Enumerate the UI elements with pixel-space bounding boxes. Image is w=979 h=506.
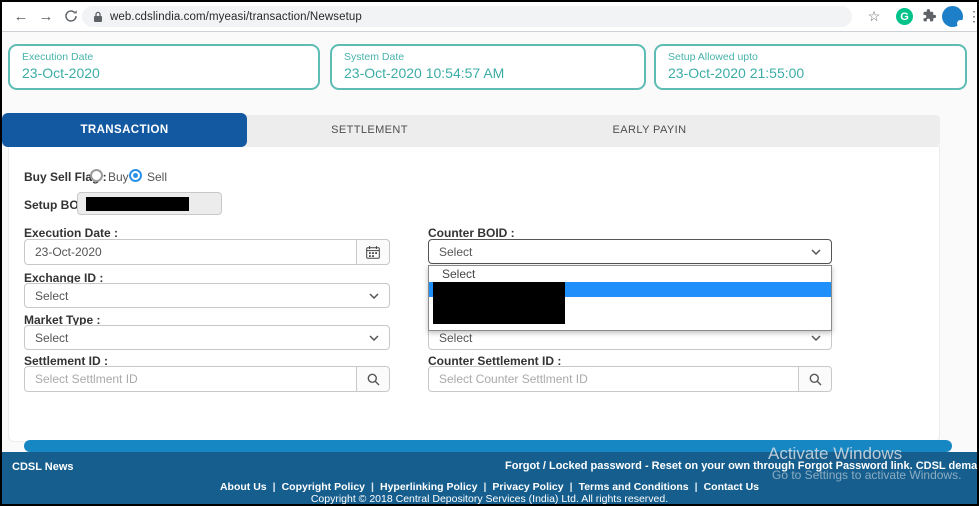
info-box-label: System Date <box>344 51 644 63</box>
screenshot-frame: ← → web.cdslindia.com/myeasi/transaction… <box>0 0 979 506</box>
browser-profile-avatar[interactable] <box>942 6 963 27</box>
counter-settlement-id-group <box>428 366 832 392</box>
footer-link-about-us[interactable]: About Us <box>220 481 267 493</box>
settlement-id-input[interactable] <box>24 366 357 392</box>
chevron-down-icon <box>369 335 379 341</box>
address-bar[interactable]: web.cdslindia.com/myeasi/transaction/New… <box>82 6 852 27</box>
footer-links: About Us | Copyright Policy | Hyperlinking P… <box>2 481 977 493</box>
execution-date-label: Execution Date : <box>24 226 118 240</box>
footer-copyright: Copyright © 2018 Central Depository Serv… <box>2 493 977 504</box>
tab-settlement[interactable]: SETTLEMENT <box>282 124 457 136</box>
counter-boid-label: Counter BOID : <box>428 226 515 240</box>
footer-link-terms-and-conditions[interactable]: Terms and Conditions <box>579 481 689 493</box>
exchange-id-select[interactable]: Select <box>24 283 390 308</box>
market-type-selected-value: Select <box>35 331 68 345</box>
bookmark-star-icon[interactable]: ☆ <box>863 5 885 27</box>
radio-buy[interactable] <box>90 169 103 182</box>
counter-boid-selected-value: Select <box>439 245 472 259</box>
market-type-select[interactable]: Select <box>24 325 390 350</box>
grammarly-extension-icon[interactable]: G <box>896 8 913 25</box>
redaction-box <box>86 197 189 211</box>
chevron-down-icon <box>811 335 821 341</box>
info-box-value: 23-Oct-2020 21:55:00 <box>668 65 965 81</box>
counter-settlement-id-input[interactable] <box>428 366 799 392</box>
setup-boid-field[interactable] <box>77 192 222 215</box>
execution-date-info-box: Execution Date 23-Oct-2020 <box>8 44 320 90</box>
info-box-label: Execution Date <box>22 51 318 63</box>
footer-link-contact-us[interactable]: Contact Us <box>704 481 759 493</box>
footer-link-hyperlinking-policy[interactable]: Hyperlinking Policy <box>380 481 477 493</box>
footer-separator: | <box>695 481 698 493</box>
radio-buy-label: Buy <box>108 170 129 184</box>
forward-icon[interactable]: → <box>35 5 57 27</box>
activate-windows-watermark-subtext: Go to Settings to activate Windows. <box>772 468 961 482</box>
chevron-down-icon <box>811 249 821 255</box>
info-box-value: 23-Oct-2020 10:54:57 AM <box>344 65 644 81</box>
counter-settlement-id-search-button[interactable] <box>799 366 832 392</box>
browser-toolbar: ← → web.cdslindia.com/myeasi/transaction… <box>2 2 977 32</box>
redaction-box <box>433 282 565 324</box>
system-date-info-box: System Date 23-Oct-2020 10:54:57 AM <box>330 44 646 90</box>
counter-market-type-selected-value: Select <box>439 331 472 345</box>
calendar-icon <box>366 246 380 259</box>
exchange-id-selected-value: Select <box>35 289 68 303</box>
calendar-button[interactable] <box>357 239 390 265</box>
settlement-id-group <box>24 366 390 392</box>
cdsl-news-label: CDSL News <box>12 461 74 473</box>
footer-link-copyright-policy[interactable]: Copyright Policy <box>282 481 365 493</box>
back-icon[interactable]: ← <box>10 5 32 27</box>
chevron-down-icon <box>369 293 379 299</box>
page-content: Execution Date 23-Oct-2020 System Date 2… <box>2 32 977 504</box>
reload-icon[interactable] <box>60 5 82 27</box>
execution-date-group <box>24 239 390 265</box>
footer-link-privacy-policy[interactable]: Privacy Policy <box>492 481 563 493</box>
counter-boid-select[interactable]: Select <box>428 239 832 264</box>
url-text: web.cdslindia.com/myeasi/transaction/New… <box>110 11 362 23</box>
search-icon <box>809 373 822 386</box>
search-icon <box>367 373 380 386</box>
settlement-id-search-button[interactable] <box>357 366 390 392</box>
tab-early-payin[interactable]: EARLY PAYIN <box>562 124 737 136</box>
info-box-label: Setup Allowed upto <box>668 51 965 63</box>
info-box-value: 23-Oct-2020 <box>22 65 318 81</box>
browser-menu-dots-icon[interactable]: ⋮ <box>963 5 979 27</box>
footer-separator: | <box>570 481 573 493</box>
dropdown-option-select[interactable]: Select <box>429 266 831 282</box>
setup-allowed-info-box: Setup Allowed upto 23-Oct-2020 21:55:00 <box>654 44 967 90</box>
footer-separator: | <box>371 481 374 493</box>
footer-separator: | <box>273 481 276 493</box>
radio-sell-label: Sell <box>147 170 167 184</box>
counter-boid-dropdown-list: Select <box>428 265 832 331</box>
execution-date-input[interactable] <box>24 239 357 265</box>
tab-transaction[interactable]: TRANSACTION <box>2 113 247 147</box>
footer-separator: | <box>483 481 486 493</box>
activate-windows-watermark: Activate Windows <box>768 444 902 464</box>
lock-icon <box>93 11 103 23</box>
extensions-puzzle-icon[interactable] <box>918 5 940 27</box>
radio-sell[interactable] <box>129 169 142 182</box>
